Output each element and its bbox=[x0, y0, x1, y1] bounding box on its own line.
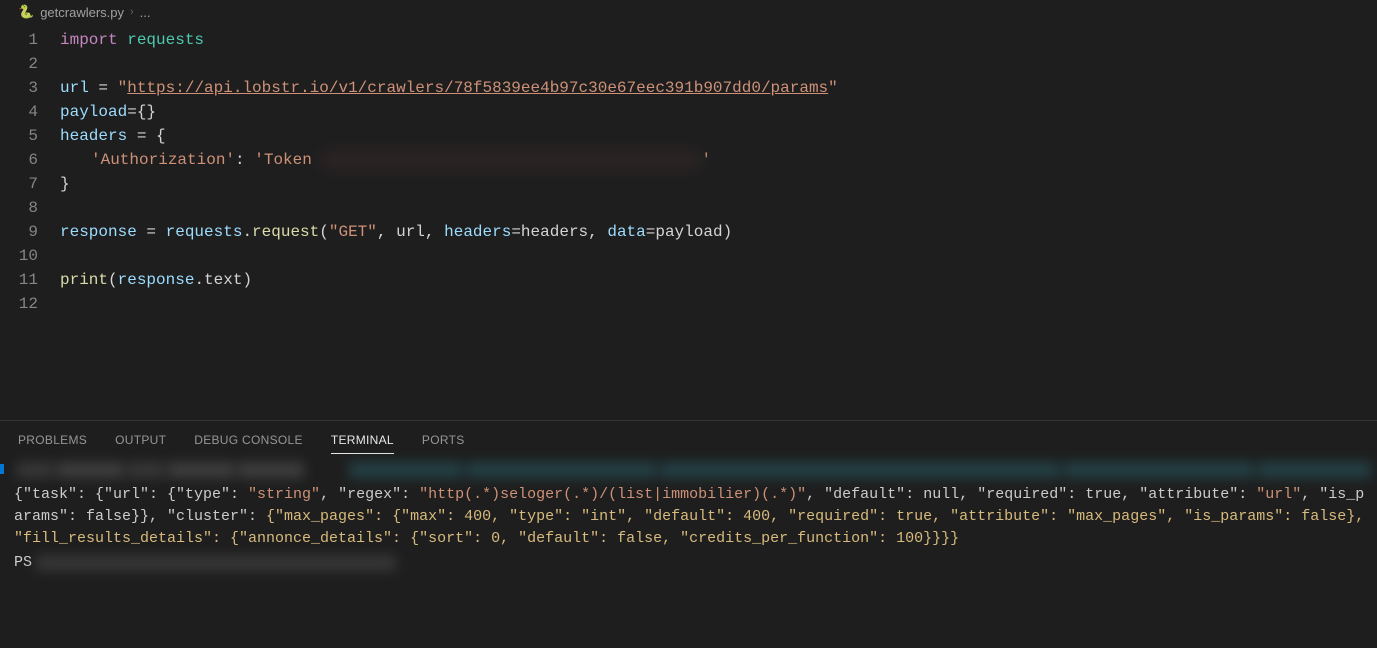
tab-debug-console[interactable]: DEBUG CONSOLE bbox=[194, 429, 303, 454]
kwarg: headers bbox=[444, 223, 511, 241]
chevron-right-icon: › bbox=[130, 6, 134, 18]
code-content[interactable]: import requests url = "https://api.lobst… bbox=[60, 28, 1377, 316]
keyword-import: import bbox=[60, 31, 118, 49]
kwarg: data bbox=[607, 223, 645, 241]
string-quote: " bbox=[118, 79, 128, 97]
tab-ports[interactable]: PORTS bbox=[422, 429, 465, 454]
module-ref: requests bbox=[166, 223, 243, 241]
tab-output[interactable]: OUTPUT bbox=[115, 429, 166, 454]
var-ref: response bbox=[118, 271, 195, 289]
bottom-panel: PROBLEMS OUTPUT DEBUG CONSOLE TERMINAL P… bbox=[0, 420, 1377, 648]
punctuation: . bbox=[242, 223, 252, 241]
function-print: print bbox=[60, 271, 108, 289]
punctuation: } bbox=[60, 175, 70, 193]
breadcrumb[interactable]: 🐍 getcrawlers.py › ... bbox=[0, 0, 1377, 24]
terminal-marker-icon bbox=[0, 464, 4, 474]
code-editor[interactable]: 123456 789101112 import requests url = "… bbox=[0, 24, 1377, 316]
dict-value-suffix: ' bbox=[701, 151, 711, 169]
operator: = bbox=[89, 79, 118, 97]
terminal-json-output: {"task": {"url": {"type": "string", "reg… bbox=[6, 484, 1371, 550]
dict-value-prefix: 'Token bbox=[254, 151, 321, 169]
punctuation: ={} bbox=[127, 103, 156, 121]
punctuation: =headers, bbox=[511, 223, 607, 241]
var-response: response bbox=[60, 223, 137, 241]
python-file-icon: 🐍 bbox=[18, 4, 34, 20]
terminal-content[interactable]: {"task": {"url": {"type": "string", "reg… bbox=[0, 454, 1377, 582]
string-url: https://api.lobstr.io/v1/crawlers/78f583… bbox=[127, 79, 828, 97]
redacted-token bbox=[321, 151, 701, 169]
string-get: "GET" bbox=[329, 223, 377, 241]
breadcrumb-trail: ... bbox=[140, 5, 151, 20]
line-number-gutter: 123456 789101112 bbox=[0, 28, 60, 316]
punctuation: : bbox=[235, 151, 254, 169]
punctuation: ( bbox=[319, 223, 329, 241]
panel-tabs: PROBLEMS OUTPUT DEBUG CONSOLE TERMINAL P… bbox=[0, 421, 1377, 454]
punctuation: .text) bbox=[194, 271, 252, 289]
breadcrumb-filename: getcrawlers.py bbox=[40, 5, 124, 20]
dict-key: 'Authorization' bbox=[91, 151, 235, 169]
var-url: url bbox=[60, 79, 89, 97]
punctuation: = { bbox=[127, 127, 165, 145]
string-quote: " bbox=[828, 79, 838, 97]
punctuation: ( bbox=[108, 271, 118, 289]
punctuation: , url, bbox=[377, 223, 444, 241]
operator: = bbox=[137, 223, 166, 241]
punctuation: =payload) bbox=[646, 223, 732, 241]
redacted-path bbox=[36, 555, 396, 571]
prompt-label: PS bbox=[14, 552, 32, 574]
tab-problems[interactable]: PROBLEMS bbox=[18, 429, 87, 454]
redacted-command-line bbox=[6, 462, 1371, 484]
function-call: request bbox=[252, 223, 319, 241]
var-headers: headers bbox=[60, 127, 127, 145]
terminal-prompt[interactable]: PS bbox=[6, 550, 1371, 574]
var-payload: payload bbox=[60, 103, 127, 121]
module-requests: requests bbox=[118, 31, 204, 49]
tab-terminal[interactable]: TERMINAL bbox=[331, 429, 394, 454]
